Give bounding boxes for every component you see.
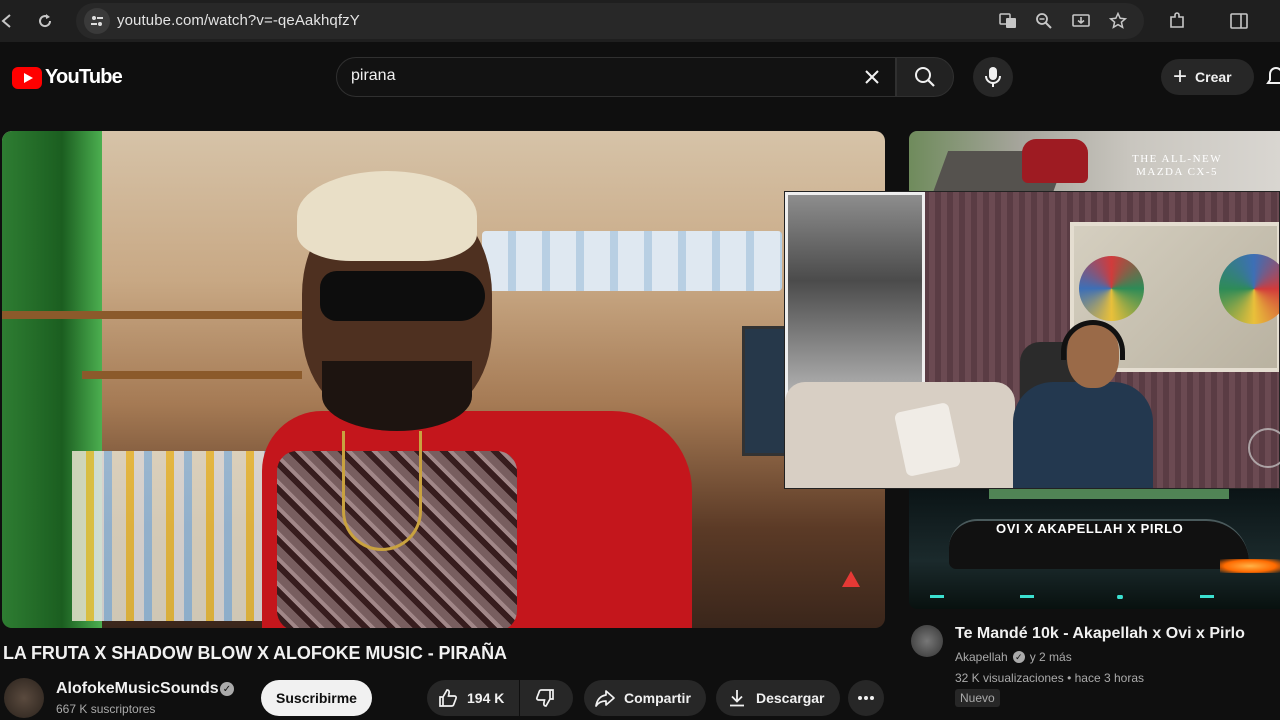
back-icon[interactable] bbox=[0, 8, 20, 34]
zoom-icon[interactable] bbox=[1032, 9, 1056, 33]
share-label: Compartir bbox=[624, 690, 691, 706]
recommendation-channel-row[interactable]: Akapellah ✓ y 2 más bbox=[955, 650, 1072, 664]
download-icon bbox=[730, 690, 744, 707]
thumbnail-overlay-text: OVI X AKAPELLAH X PIRLO bbox=[996, 521, 1184, 536]
thumbs-down-icon bbox=[535, 689, 554, 707]
youtube-header: YouTube + Crear bbox=[0, 42, 1280, 114]
share-icon bbox=[595, 690, 615, 707]
thumbnail-lights bbox=[930, 595, 1214, 599]
youtube-logo[interactable]: YouTube bbox=[12, 66, 123, 89]
verified-icon: ✓ bbox=[1012, 651, 1025, 663]
search-button[interactable] bbox=[896, 57, 954, 97]
search-box[interactable] bbox=[336, 57, 896, 97]
dislike-button[interactable] bbox=[520, 680, 573, 716]
search-input[interactable] bbox=[351, 67, 841, 85]
clear-search-icon[interactable] bbox=[859, 64, 885, 90]
recommendation-views: 32 K visualizaciones bbox=[955, 671, 1064, 685]
like-count: 194 K bbox=[467, 690, 505, 706]
red-triangle-icon bbox=[842, 571, 860, 587]
download-button[interactable]: Descargar bbox=[716, 680, 840, 716]
more-dots-icon bbox=[858, 696, 874, 700]
thumb-glow bbox=[1220, 559, 1280, 573]
share-button[interactable]: Compartir bbox=[584, 680, 706, 716]
new-badge: Nuevo bbox=[955, 689, 1000, 707]
recommendation-thumbnail[interactable] bbox=[909, 489, 1280, 609]
install-app-icon[interactable] bbox=[1069, 9, 1093, 33]
video-player[interactable] bbox=[2, 131, 885, 628]
scene-beard bbox=[322, 361, 472, 431]
scene-goods bbox=[72, 451, 272, 621]
side-panel-icon[interactable] bbox=[1226, 8, 1252, 34]
download-label: Descargar bbox=[756, 690, 825, 706]
ad-text-line2: MAZDA CX-5 bbox=[1136, 166, 1219, 178]
logo-text: YouTube bbox=[45, 66, 123, 88]
art-speaker-right bbox=[1219, 254, 1279, 324]
extensions-icon[interactable] bbox=[1164, 8, 1190, 34]
translate-icon[interactable] bbox=[996, 9, 1020, 33]
plus-icon: + bbox=[1173, 63, 1188, 90]
scene-shelf bbox=[2, 311, 302, 319]
youtube-play-icon bbox=[12, 66, 42, 89]
address-bar[interactable]: youtube.com/watch?v=-qeAakhqfzY bbox=[76, 3, 1144, 39]
webcam-person-body bbox=[1013, 382, 1153, 488]
channel-avatar[interactable] bbox=[4, 678, 44, 718]
like-button[interactable]: 194 K bbox=[427, 680, 519, 716]
recommendation-meta: 32 K visualizaciones • hace 3 horas bbox=[955, 671, 1144, 685]
meta-separator: • bbox=[1067, 671, 1075, 685]
subscribe-button[interactable]: Suscribirme bbox=[261, 680, 372, 716]
recommendation-title[interactable]: Te Mandé 10k - Akapellah x Ovi x Pirlo bbox=[955, 625, 1245, 643]
webcam-overlay bbox=[784, 191, 1280, 489]
voice-search-button[interactable] bbox=[973, 57, 1013, 97]
more-actions-button[interactable] bbox=[848, 680, 884, 716]
ad-text-line1: THE ALL-NEW bbox=[1132, 153, 1223, 165]
thumb-green-strip bbox=[989, 489, 1229, 499]
microphone-icon bbox=[985, 67, 1001, 87]
ad-text: THE ALL-NEW MAZDA CX-5 bbox=[1132, 153, 1222, 179]
subscriber-count: 667 K suscriptores bbox=[56, 702, 156, 716]
scene-shelf bbox=[82, 371, 302, 379]
bookmark-star-icon[interactable] bbox=[1106, 9, 1130, 33]
ad-car bbox=[1022, 139, 1088, 183]
channel-name[interactable]: AlofokeMusicSounds bbox=[56, 680, 219, 698]
search-icon bbox=[915, 67, 935, 87]
scene-jars bbox=[482, 231, 782, 291]
thumbs-up-icon bbox=[439, 689, 458, 707]
browser-toolbar: youtube.com/watch?v=-qeAakhqfzY bbox=[0, 0, 1280, 42]
scroll-up-icon[interactable] bbox=[1248, 428, 1280, 468]
scene-chain bbox=[342, 431, 422, 551]
notifications-bell-icon[interactable] bbox=[1266, 66, 1280, 88]
scene-hair bbox=[297, 171, 477, 261]
ad-thumbnail[interactable] bbox=[909, 131, 1280, 191]
recommendation-channel-avatar[interactable] bbox=[911, 625, 943, 657]
recommendation-coauthors: y 2 más bbox=[1029, 650, 1072, 664]
reload-icon[interactable] bbox=[32, 8, 58, 34]
url-text[interactable]: youtube.com/watch?v=-qeAakhqfzY bbox=[117, 12, 360, 29]
create-label: Crear bbox=[1195, 69, 1232, 85]
verified-icon: ✓ bbox=[220, 682, 234, 696]
video-title: LA FRUTA X SHADOW BLOW X ALOFOKE MUSIC -… bbox=[3, 643, 507, 663]
site-info-icon[interactable] bbox=[84, 8, 110, 34]
scene-sunglasses bbox=[320, 271, 485, 321]
recommendation-time: hace 3 horas bbox=[1074, 671, 1145, 685]
create-button[interactable]: + Crear bbox=[1161, 59, 1254, 95]
recommendation-channel: Akapellah bbox=[955, 650, 1008, 664]
webcam-city-picture bbox=[785, 192, 925, 412]
art-speaker-left bbox=[1079, 256, 1144, 321]
